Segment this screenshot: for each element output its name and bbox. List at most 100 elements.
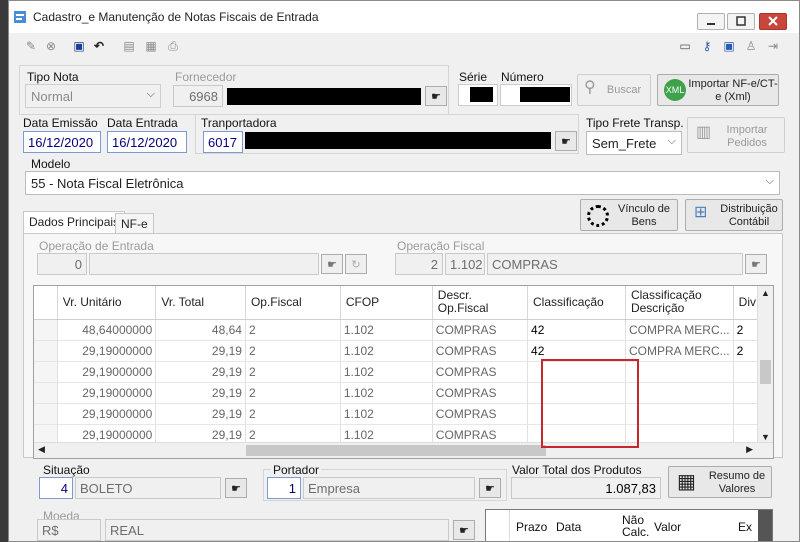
col-header[interactable]: Classificação Descrição <box>625 286 734 320</box>
table-cell[interactable]: 48,64000000 <box>57 319 157 341</box>
portador-lookup-button[interactable]: ☛ <box>479 478 501 498</box>
items-grid[interactable]: Vr. Unitário Vr. Total Op.Fiscal CFOP De… <box>33 285 774 459</box>
tipo-nota-select[interactable]: Normal ⌵ <box>25 84 161 108</box>
modelo-select[interactable]: 55 - Nota Fiscal Eletrônica ⌵ <box>25 171 780 195</box>
table-cell[interactable]: 1.102 <box>340 319 433 341</box>
edit-icon[interactable]: ✎ <box>23 38 39 54</box>
table-row[interactable]: 29,19000000 29,19 2 1.102 COMPRAS <box>34 382 773 404</box>
search-doc-icon[interactable]: ▤ <box>121 38 137 54</box>
table-cell[interactable]: 2 <box>245 403 341 425</box>
table-cell[interactable]: 29,19 <box>155 382 246 404</box>
user-icon[interactable]: ♙ <box>743 38 759 54</box>
col-header[interactable]: Op.Fiscal <box>245 286 341 320</box>
table-cell[interactable]: 48,64 <box>155 319 246 341</box>
table-cell[interactable]: COMPRAS <box>432 403 529 425</box>
col-header[interactable]: Descr. Op.Fiscal <box>432 286 529 320</box>
print-icon[interactable]: ⎙ <box>165 38 181 54</box>
row-header-cell[interactable] <box>34 361 58 383</box>
table-cell[interactable]: 29,19000000 <box>57 382 157 404</box>
table-cell[interactable]: COMPRAS <box>432 319 529 341</box>
table-cell[interactable]: 1.102 <box>340 382 433 404</box>
help-icon[interactable]: ▣ <box>721 38 737 54</box>
table-cell[interactable] <box>625 361 734 383</box>
table-cell[interactable]: 1.102 <box>340 361 433 383</box>
table-cell[interactable]: 1.102 <box>340 403 433 425</box>
importar-pedidos-button[interactable]: ▥ Importar Pedidos <box>687 117 785 153</box>
table-cell[interactable]: 2 <box>245 340 341 362</box>
table-row[interactable]: 29,19000000 29,19 2 1.102 COMPRAS 42 COMPRA ME… <box>34 340 773 362</box>
table-cell[interactable]: COMPRA MERC... <box>625 319 734 341</box>
undo-icon[interactable]: ↶ <box>91 38 107 54</box>
maximize-button[interactable] <box>727 13 755 30</box>
parcelas-col-valor[interactable]: Valor <box>654 520 681 534</box>
col-header[interactable]: Vr. Total <box>155 286 246 320</box>
table-cell[interactable]: 2 <box>245 319 341 341</box>
table-cell[interactable]: 29,19 <box>155 403 246 425</box>
data-entrada-field[interactable]: 16/12/2020 <box>107 131 187 153</box>
transportadora-code[interactable]: 6017 <box>203 131 243 153</box>
col-header[interactable]: Classificação <box>527 286 626 320</box>
save-icon[interactable]: ▣ <box>71 38 87 54</box>
tab-dados-principais[interactable]: Dados Principais <box>23 211 126 233</box>
parcelas-col-data[interactable]: Data <box>556 520 581 534</box>
buscar-button[interactable]: ⚲ Buscar <box>577 74 651 106</box>
resumo-valores-button[interactable]: ▦ Resumo de Valores <box>668 466 772 498</box>
table-cell[interactable]: COMPRA MERC... <box>625 340 734 362</box>
table-cell[interactable]: 29,19 <box>155 340 246 362</box>
parcelas-scrollbar[interactable] <box>758 510 772 541</box>
table-cell[interactable]: 29,19000000 <box>57 340 157 362</box>
scroll-down-icon[interactable]: ▼ <box>761 432 770 442</box>
exit-icon[interactable]: ⇥ <box>765 38 781 54</box>
minimize-button[interactable] <box>697 13 725 30</box>
cancel-icon[interactable]: ⊗ <box>43 38 59 54</box>
scroll-right-icon[interactable]: ▶ <box>746 444 753 455</box>
monitor-icon[interactable]: ▭ <box>677 38 693 54</box>
table-cell[interactable]: 29,19000000 <box>57 361 157 383</box>
table-cell[interactable]: 29,19000000 <box>57 403 157 425</box>
portador-code[interactable]: 1 <box>267 477 301 499</box>
moeda-lookup-button[interactable]: ☛ <box>453 520 475 540</box>
table-cell[interactable]: COMPRAS <box>432 382 529 404</box>
close-button[interactable] <box>759 13 787 30</box>
col-header[interactable]: CFOP <box>340 286 433 320</box>
table-cell[interactable]: 29,19 <box>155 361 246 383</box>
scroll-thumb[interactable] <box>760 360 771 384</box>
distribuicao-contabil-button[interactable]: ⊞ Distribuição Contábil <box>685 199 783 231</box>
vertical-scrollbar[interactable]: ▲ ▼ <box>757 286 773 444</box>
table-cell[interactable] <box>625 403 734 425</box>
scroll-up-icon[interactable]: ▲ <box>761 288 770 298</box>
table-cell[interactable] <box>625 382 734 404</box>
row-header-cell[interactable] <box>34 382 58 404</box>
horizontal-scrollbar[interactable]: ◀ ▶ <box>34 442 773 458</box>
table-cell[interactable]: 42 <box>527 340 626 362</box>
row-header-cell[interactable] <box>34 340 58 362</box>
parcelas-col-nao-calc[interactable]: Não Calc. <box>622 514 649 538</box>
tab-nfe[interactable]: NF-e <box>115 213 154 233</box>
scroll-left-icon[interactable]: ◀ <box>38 444 45 455</box>
parcelas-grid[interactable]: Prazo Data Não Calc. Valor Ex <box>485 509 773 541</box>
table-row[interactable]: 29,19000000 29,19 2 1.102 COMPRAS <box>34 403 773 425</box>
situacao-code[interactable]: 4 <box>39 477 73 499</box>
importar-xml-button[interactable]: XML Importar NF-e/CT-e (Xml) <box>657 74 779 106</box>
table-row[interactable]: 29,19000000 29,19 2 1.102 COMPRAS <box>34 361 773 383</box>
fornecedor-lookup-button[interactable]: ☛ <box>425 86 447 106</box>
scroll-thumb[interactable] <box>246 445 546 456</box>
tipo-frete-select[interactable]: Sem_Frete ⌵ <box>586 131 682 155</box>
col-header[interactable]: Vr. Unitário <box>57 286 157 320</box>
table-cell[interactable]: COMPRAS <box>432 361 529 383</box>
table-cell[interactable]: 42 <box>527 319 626 341</box>
situacao-lookup-button[interactable]: ☛ <box>225 478 247 498</box>
parcelas-col-ex[interactable]: Ex <box>738 520 752 534</box>
table-cell[interactable]: 2 <box>245 382 341 404</box>
operacao-entrada-lookup-button[interactable]: ☛ <box>321 254 343 274</box>
operacao-entrada-extra-button[interactable]: ↻ <box>345 254 367 274</box>
operacao-fiscal-lookup-button[interactable]: ☛ <box>745 254 767 274</box>
row-header-cell[interactable] <box>34 319 58 341</box>
data-emissao-field[interactable]: 16/12/2020 <box>23 131 101 153</box>
vinculo-bens-button[interactable]: Vínculo de Bens <box>580 199 678 231</box>
table-cell[interactable]: COMPRAS <box>432 340 529 362</box>
transportadora-lookup-button[interactable]: ☛ <box>555 131 577 151</box>
table-cell[interactable]: 1.102 <box>340 340 433 362</box>
table-cell[interactable]: 2 <box>245 361 341 383</box>
parcelas-col-prazo[interactable]: Prazo <box>516 520 547 534</box>
